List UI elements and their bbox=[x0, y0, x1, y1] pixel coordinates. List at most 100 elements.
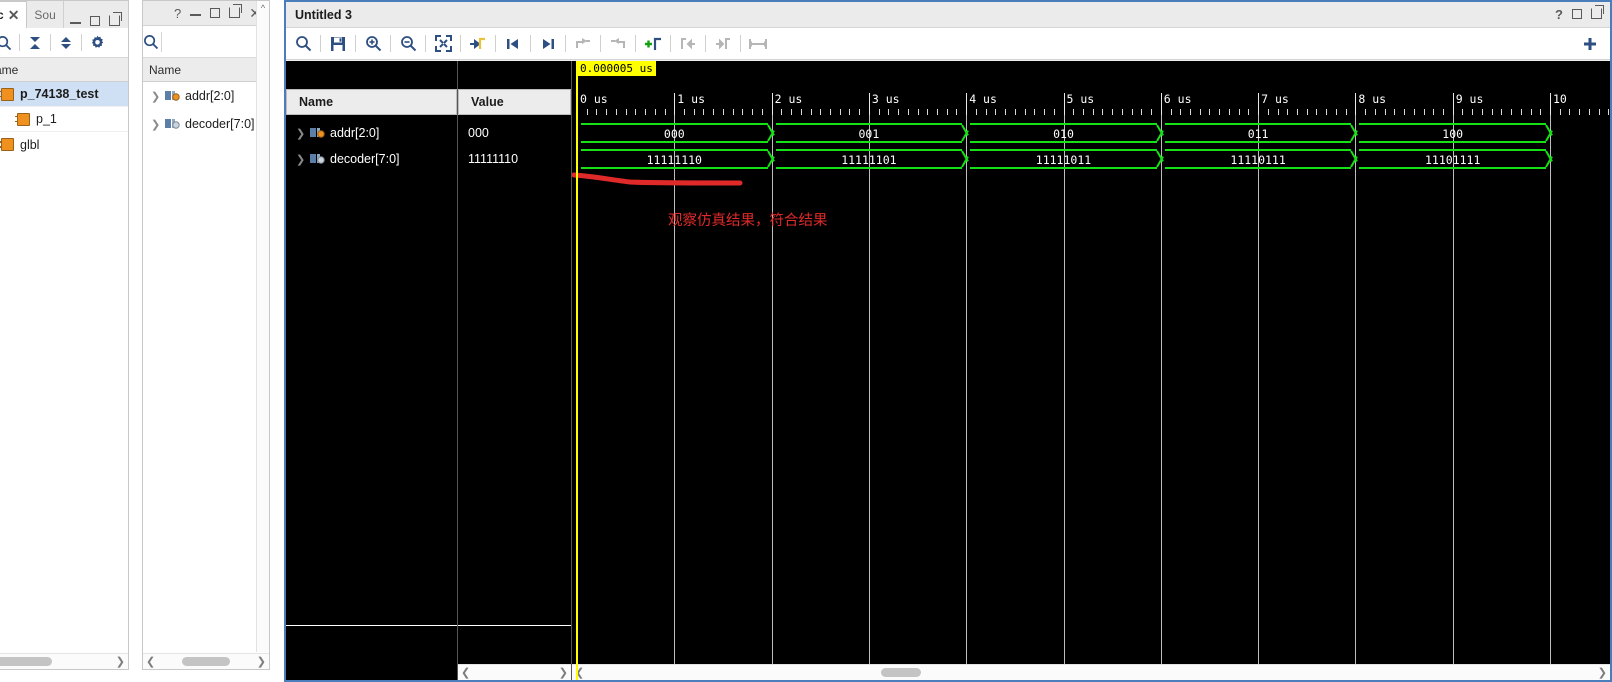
signal-row-addr[interactable]: ❯ addr[2:0] bbox=[286, 120, 457, 146]
bus-segment: 11110111 bbox=[1164, 149, 1352, 169]
time-tick-label: 6 us bbox=[1163, 92, 1192, 106]
object-item-decoder[interactable]: ❯ decoder[7:0] bbox=[143, 110, 269, 138]
add-column-icon[interactable] bbox=[1576, 29, 1610, 59]
waveform-titlebar: Untitled 3 ? bbox=[286, 2, 1610, 28]
chevron-right-icon[interactable]: ❯ bbox=[151, 90, 160, 103]
collapse-all-icon[interactable] bbox=[20, 29, 50, 57]
module-icon bbox=[0, 87, 14, 101]
tree-item-p_74138_test[interactable]: p_74138_test bbox=[0, 82, 128, 107]
scroll-right-arrow[interactable]: ❯ bbox=[257, 655, 266, 668]
maximize-icon[interactable] bbox=[210, 7, 221, 20]
help-icon[interactable]: ? bbox=[174, 7, 181, 20]
time-tick-minor bbox=[946, 109, 948, 115]
popout-icon[interactable] bbox=[1591, 8, 1602, 21]
time-tick-minor bbox=[1530, 109, 1532, 115]
expand-all-icon[interactable] bbox=[51, 29, 81, 57]
time-tick-label: 9 us bbox=[1455, 92, 1484, 106]
signal-value-addr: 000 bbox=[458, 120, 571, 146]
tab-netlist[interactable]: c ✕ bbox=[0, 1, 28, 28]
waveform-horizontal-scrollbar[interactable]: ❮ ❯ bbox=[572, 664, 1610, 680]
object-item-addr[interactable]: ❯ addr[2:0] bbox=[143, 82, 269, 110]
chevron-right-icon[interactable]: ❯ bbox=[296, 127, 305, 140]
time-tick-minor bbox=[684, 109, 686, 115]
time-tick-minor bbox=[635, 109, 637, 115]
time-tick-minor bbox=[1413, 109, 1415, 115]
annotation-text: 观察仿真结果，符合结果 bbox=[668, 213, 828, 229]
scrollbar-thumb[interactable] bbox=[182, 657, 230, 666]
time-tick-minor bbox=[1024, 109, 1026, 115]
tree-item-label: glbl bbox=[20, 137, 40, 152]
zoom-in-icon[interactable] bbox=[356, 29, 390, 59]
gear-icon[interactable] bbox=[82, 29, 112, 57]
signal-name-column: Name ❯ addr[2:0] ❯ decoder[7:0] bbox=[286, 61, 458, 680]
name-column-header-label: Name bbox=[299, 95, 334, 109]
scroll-left-arrow[interactable]: ❮ bbox=[461, 666, 470, 679]
bus-value-label: 001 bbox=[858, 127, 880, 141]
tree-item-glbl[interactable]: glbl bbox=[0, 132, 128, 157]
previous-transition-icon[interactable] bbox=[496, 29, 530, 59]
time-tick-minor bbox=[1238, 109, 1240, 115]
zoom-out-icon[interactable] bbox=[391, 29, 425, 59]
value-column-header-label: Value bbox=[471, 95, 504, 109]
time-tick-minor bbox=[1102, 109, 1104, 115]
help-icon[interactable]: ? bbox=[1555, 8, 1563, 21]
time-tick-minor bbox=[1151, 109, 1153, 115]
bus-segment: 100 bbox=[1359, 123, 1546, 143]
time-ruler[interactable]: 0 us 1 us 2 us 3 us 4 us 5 us 6 us 7 us 8 us 9 us… bbox=[572, 89, 1610, 115]
netlist-column-header: ame bbox=[0, 58, 128, 82]
marker-left-icon bbox=[671, 29, 705, 59]
tree-item-p_1[interactable]: p_1 bbox=[0, 107, 128, 132]
time-tick-minor bbox=[1121, 109, 1123, 115]
time-tick-minor bbox=[1384, 109, 1386, 115]
time-tick-minor bbox=[722, 109, 724, 115]
add-marker-icon[interactable] bbox=[636, 29, 670, 59]
time-tick-minor bbox=[927, 109, 929, 115]
objects-horizontal-scrollbar[interactable]: ❮ ❯ bbox=[143, 653, 269, 669]
scroll-right-arrow[interactable]: ❯ bbox=[116, 655, 125, 668]
tree-item-label: p_1 bbox=[36, 112, 57, 126]
bus-transition bbox=[962, 149, 971, 169]
chevron-right-icon[interactable]: ❯ bbox=[151, 118, 160, 131]
netlist-horizontal-scrollbar[interactable]: ❯ bbox=[0, 653, 128, 669]
popout-icon[interactable] bbox=[229, 6, 241, 20]
cursor-line[interactable] bbox=[576, 61, 578, 680]
goto-cursor-icon[interactable] bbox=[461, 29, 495, 59]
next-transition-icon[interactable] bbox=[531, 29, 565, 59]
close-icon[interactable]: ✕ bbox=[8, 8, 20, 22]
time-tick-minor bbox=[1394, 109, 1396, 115]
value-column-scrollbar[interactable]: ❮ ❯ bbox=[458, 664, 571, 680]
signal-row-decoder[interactable]: ❯ decoder[7:0] bbox=[286, 146, 457, 172]
chevron-right-icon[interactable]: ❯ bbox=[296, 153, 305, 166]
minimize-icon[interactable] bbox=[70, 15, 81, 28]
minimize-icon[interactable] bbox=[190, 7, 202, 20]
search-icon[interactable] bbox=[143, 28, 159, 56]
maximize-icon[interactable] bbox=[90, 15, 100, 28]
time-tick-minor bbox=[1248, 109, 1250, 115]
time-tick-label: 10 bbox=[1553, 92, 1567, 106]
scroll-right-arrow[interactable]: ❯ bbox=[559, 666, 568, 679]
zoom-fit-icon[interactable] bbox=[426, 29, 460, 59]
popout-icon[interactable] bbox=[109, 15, 120, 28]
bus-value-label: 11111101 bbox=[841, 153, 897, 167]
time-tick-minor bbox=[859, 109, 861, 115]
scrollbar-thumb[interactable] bbox=[0, 657, 52, 666]
maximize-icon[interactable] bbox=[1572, 8, 1582, 21]
waveform-canvas[interactable]: 0 us 1 us 2 us 3 us 4 us 5 us 6 us 7 us 8 us 9 us… bbox=[572, 61, 1610, 680]
search-icon[interactable] bbox=[0, 29, 19, 57]
time-tick-minor bbox=[1608, 109, 1610, 115]
time-gridline bbox=[1160, 115, 1162, 680]
scroll-left-arrow[interactable]: ❮ bbox=[146, 655, 155, 668]
module-icon bbox=[15, 112, 30, 126]
save-icon[interactable] bbox=[321, 29, 355, 59]
search-icon[interactable] bbox=[286, 29, 320, 59]
time-tick-minor bbox=[1131, 109, 1133, 115]
time-gridline bbox=[1063, 115, 1065, 680]
waveform-title: Untitled 3 bbox=[295, 7, 352, 22]
scroll-right-arrow[interactable]: ❯ bbox=[1598, 666, 1607, 679]
time-tick-minor bbox=[703, 109, 705, 115]
time-tick-minor bbox=[810, 109, 812, 115]
scrollbar-thumb[interactable] bbox=[881, 668, 921, 677]
tab-sources[interactable]: Sou bbox=[27, 1, 64, 28]
scroll-up-arrow[interactable]: ^ bbox=[257, 3, 269, 13]
objects-vertical-scrollbar[interactable]: ^ bbox=[256, 1, 269, 652]
